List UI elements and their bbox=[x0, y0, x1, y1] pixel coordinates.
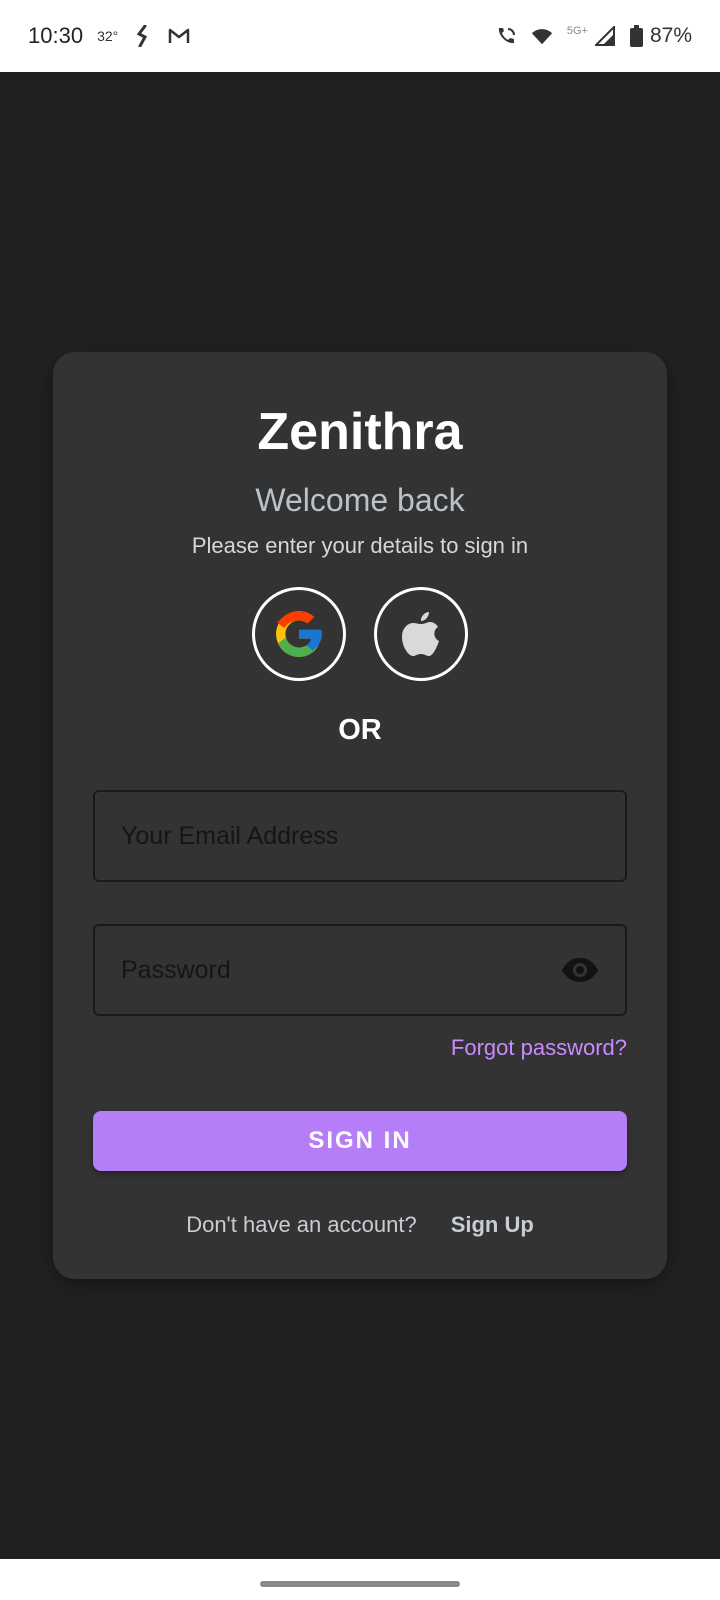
signal-icon bbox=[594, 25, 616, 47]
wifi-call-icon bbox=[495, 25, 517, 47]
home-gesture-handle[interactable] bbox=[260, 1581, 460, 1587]
show-password-icon[interactable] bbox=[561, 957, 599, 983]
gmail-icon bbox=[168, 25, 190, 47]
or-divider-label: OR bbox=[338, 714, 382, 746]
status-bar-right: 5G+ 87% bbox=[495, 24, 692, 48]
status-bar: 10:30 32° 5G+ 87% bbox=[0, 0, 720, 72]
email-input[interactable] bbox=[121, 821, 599, 851]
status-time: 10:30 bbox=[28, 23, 84, 48]
sign-in-card: Zenithra Welcome back Please enter your … bbox=[53, 352, 667, 1279]
apple-icon bbox=[399, 609, 443, 659]
sign-up-row: Don't have an account? Sign Up bbox=[53, 1212, 667, 1238]
password-input[interactable] bbox=[121, 955, 561, 985]
battery-percentage: 87% bbox=[649, 24, 692, 47]
hike-icon bbox=[132, 25, 154, 47]
battery-icon bbox=[630, 25, 644, 47]
google-icon bbox=[274, 609, 324, 659]
password-field[interactable] bbox=[93, 924, 627, 1016]
sign-in-button[interactable]: SIGN IN bbox=[93, 1111, 627, 1171]
email-field[interactable] bbox=[93, 790, 627, 882]
google-sign-in-button[interactable] bbox=[252, 587, 346, 681]
apple-sign-in-button[interactable] bbox=[374, 587, 468, 681]
status-bar-left: 10:30 32° bbox=[28, 23, 190, 49]
wifi-icon bbox=[531, 25, 553, 47]
sign-up-prompt: Don't have an account? bbox=[186, 1212, 417, 1237]
sign-up-link[interactable]: Sign Up bbox=[451, 1212, 534, 1238]
social-login-row bbox=[53, 587, 667, 681]
network-type-label: 5G+ bbox=[566, 25, 588, 37]
navigation-bar bbox=[0, 1559, 720, 1600]
brand-title: Zenithra bbox=[257, 403, 463, 461]
forgot-password-link[interactable]: Forgot password? bbox=[451, 1035, 627, 1061]
welcome-heading: Welcome back bbox=[255, 482, 465, 518]
sign-in-subtitle: Please enter your details to sign in bbox=[191, 533, 529, 558]
status-temperature: 32° bbox=[97, 28, 119, 44]
